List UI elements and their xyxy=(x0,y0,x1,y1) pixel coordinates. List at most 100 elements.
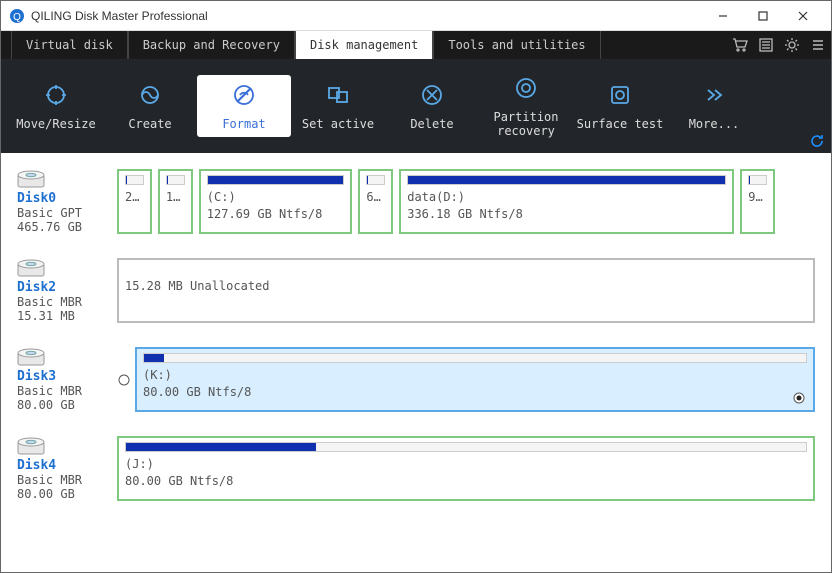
disk-type: Basic MBR xyxy=(17,384,117,398)
usage-bar xyxy=(366,175,385,185)
partition[interactable]: (J:)80.00 GB Ntfs/8 xyxy=(117,436,815,501)
disk-type: Basic MBR xyxy=(17,473,117,487)
disk-type: Basic MBR xyxy=(17,295,117,309)
partition[interactable]: 16... xyxy=(158,169,193,234)
partition-recovery-icon xyxy=(512,74,540,102)
partition-label: (C:) xyxy=(207,189,345,206)
refresh-icon[interactable] xyxy=(809,133,825,149)
usage-bar xyxy=(125,175,144,185)
disk-size: 80.00 GB xyxy=(17,398,117,412)
disk-info: Disk3Basic MBR80.00 GB xyxy=(17,347,117,412)
more-icon xyxy=(700,81,728,109)
tab-virtual-disk[interactable]: Virtual disk xyxy=(11,31,128,59)
usage-bar xyxy=(407,175,726,185)
partition-size: 26... xyxy=(125,189,144,206)
partition-label: (J:) xyxy=(125,456,807,473)
tool-label: Move/Resize xyxy=(16,117,95,131)
partition[interactable]: data(D:)336.18 GB Ntfs/8 xyxy=(399,169,734,234)
partition-size: 127.69 GB Ntfs/8 xyxy=(207,206,345,223)
main-tab-bar: Virtual diskBackup and RecoveryDisk mana… xyxy=(1,31,831,59)
disk-row: Disk3Basic MBR80.00 GB (K:)80.00 GB Ntfs/… xyxy=(17,347,815,412)
disk-info: Disk0Basic GPT465.76 GB xyxy=(17,169,117,234)
partition[interactable]: (C:)127.69 GB Ntfs/8 xyxy=(199,169,353,234)
app-icon: Q xyxy=(9,8,25,24)
partition[interactable]: 99... xyxy=(740,169,775,234)
tool-create[interactable]: Create xyxy=(103,75,197,137)
usage-bar xyxy=(166,175,185,185)
partition-container: 26... 16... (C:)127.69 GB Ntfs/8 65... data(… xyxy=(117,169,815,234)
move-resize-icon xyxy=(42,81,70,109)
partition-size: 336.18 GB Ntfs/8 xyxy=(407,206,726,223)
disk-row: Disk0Basic GPT465.76 GB 26... 16... (C:)127… xyxy=(17,169,815,234)
set-active-icon xyxy=(324,81,352,109)
tool-format[interactable]: Format xyxy=(197,75,291,137)
partition-size: 80.00 GB Ntfs/8 xyxy=(143,384,807,401)
tool-surface-test[interactable]: Surface test xyxy=(573,75,667,137)
disk-name: Disk0 xyxy=(17,191,117,206)
surface-test-icon xyxy=(606,81,634,109)
tool-move-resize[interactable]: Move/Resize xyxy=(9,75,103,137)
tool-delete[interactable]: Delete xyxy=(385,75,479,137)
partition[interactable]: 65... xyxy=(358,169,393,234)
window-title: QILING Disk Master Professional xyxy=(31,9,703,23)
disk-row: Disk2Basic MBR15.31 MB 15.28 MB Unallocat… xyxy=(17,258,815,323)
settings-icon[interactable] xyxy=(779,31,805,59)
tool-label: Format xyxy=(222,117,265,131)
disk-size: 80.00 GB xyxy=(17,487,117,501)
tab-disk-management[interactable]: Disk management xyxy=(295,31,433,59)
partition-radio[interactable] xyxy=(793,392,805,404)
disk-info: Disk2Basic MBR15.31 MB xyxy=(17,258,117,323)
disk-name: Disk4 xyxy=(17,458,117,473)
cart-icon[interactable] xyxy=(727,31,753,59)
partition-container: (K:)80.00 GB Ntfs/8 xyxy=(135,347,815,412)
tool-more[interactable]: More... xyxy=(667,75,761,137)
partition-size: 16... xyxy=(166,189,185,206)
disk-row: Disk4Basic MBR80.00 GB(J:)80.00 GB Ntfs/… xyxy=(17,436,815,501)
disk-name: Disk2 xyxy=(17,280,117,295)
menu-icon[interactable] xyxy=(805,31,831,59)
tool-set-active[interactable]: Set active xyxy=(291,75,385,137)
partition-size: 65... xyxy=(366,189,385,206)
usage-bar xyxy=(125,442,807,452)
usage-bar xyxy=(207,175,345,185)
usage-bar xyxy=(748,175,767,185)
partition-size: 15.28 MB Unallocated xyxy=(125,278,807,295)
partition-label: data(D:) xyxy=(407,189,726,206)
partition[interactable]: (K:)80.00 GB Ntfs/8 xyxy=(135,347,815,412)
tab-backup-and-recovery[interactable]: Backup and Recovery xyxy=(128,31,295,59)
partition[interactable]: 15.28 MB Unallocated xyxy=(117,258,815,323)
disk-size: 15.31 MB xyxy=(17,309,117,323)
close-button[interactable] xyxy=(783,2,823,30)
tool-label: Set active xyxy=(302,117,374,131)
disk-icon xyxy=(17,347,45,367)
tool-label: More... xyxy=(689,117,740,131)
disk-info: Disk4Basic MBR80.00 GB xyxy=(17,436,117,501)
tool-label: Create xyxy=(128,117,171,131)
disk-icon xyxy=(17,436,45,456)
tool-label: Delete xyxy=(410,117,453,131)
disk-name: Disk3 xyxy=(17,369,117,384)
svg-text:Q: Q xyxy=(13,12,21,23)
format-icon xyxy=(230,81,258,109)
tool-label: Partition recovery xyxy=(493,110,558,139)
partition-container: (J:)80.00 GB Ntfs/8 xyxy=(117,436,815,501)
maximize-button[interactable] xyxy=(743,2,783,30)
partition-label: (K:) xyxy=(143,367,807,384)
create-icon xyxy=(136,81,164,109)
tab-tools-and-utilities[interactable]: Tools and utilities xyxy=(433,31,600,59)
disk-icon xyxy=(17,258,45,278)
disk-icon xyxy=(17,169,45,189)
disk-list: Disk0Basic GPT465.76 GB 26... 16... (C:)127… xyxy=(1,153,831,572)
tool-label: Surface test xyxy=(577,117,664,131)
list-icon[interactable] xyxy=(753,31,779,59)
action-toolbar: Move/Resize Create Format Set active Delete P… xyxy=(1,59,831,153)
disk-type: Basic GPT xyxy=(17,206,117,220)
partition-container: 15.28 MB Unallocated xyxy=(117,258,815,323)
minimize-button[interactable] xyxy=(703,2,743,30)
disk-radio[interactable] xyxy=(117,347,131,412)
title-bar: Q QILING Disk Master Professional xyxy=(1,1,831,31)
disk-size: 465.76 GB xyxy=(17,220,117,234)
delete-icon xyxy=(418,81,446,109)
partition[interactable]: 26... xyxy=(117,169,152,234)
tool-partition-recovery[interactable]: Partition recovery xyxy=(479,68,573,145)
